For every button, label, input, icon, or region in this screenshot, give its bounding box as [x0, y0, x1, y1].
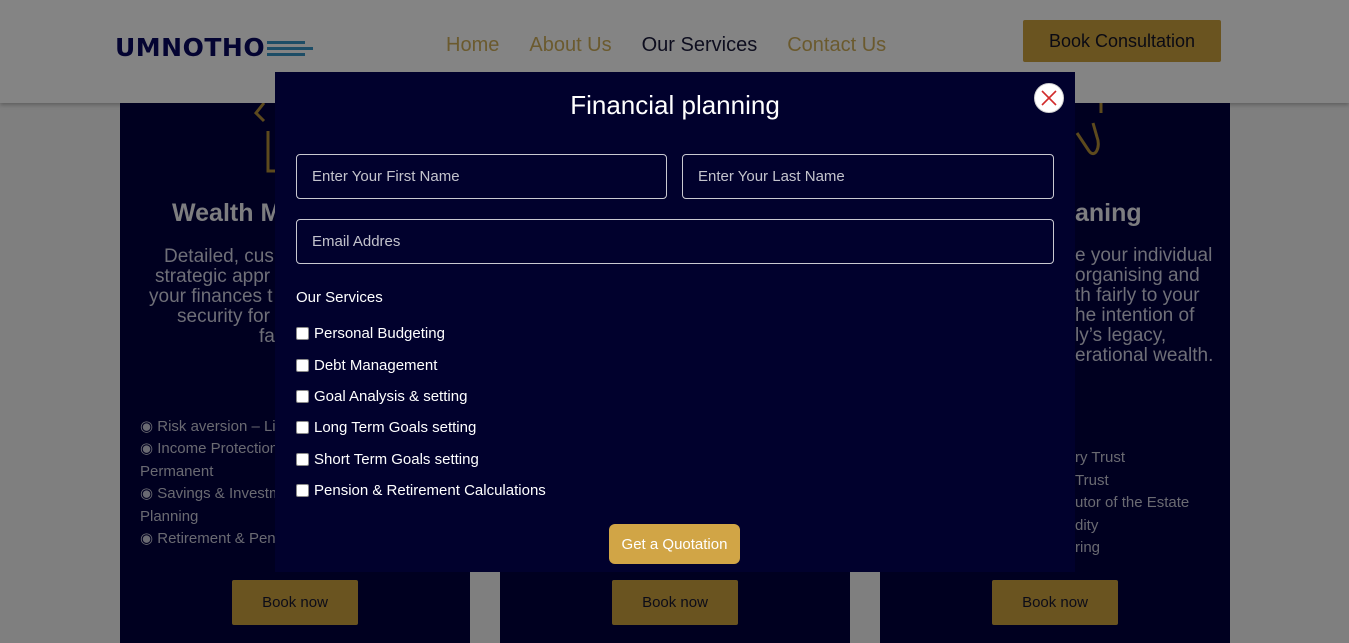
card-item: utor of the Estate	[1075, 494, 1190, 511]
card-desc-line: security for	[177, 306, 270, 327]
card-desc-line: he intention of	[1075, 305, 1195, 326]
services-checklist: Personal Budgeting Debt Management Goal …	[296, 318, 546, 506]
card-desc-line: erational wealth.	[1075, 345, 1214, 366]
book-now-button[interactable]: Book now	[992, 580, 1118, 625]
checkbox[interactable]	[296, 484, 309, 498]
card-desc-line: ly’s legacy,	[1075, 325, 1167, 346]
service-option-label: Pension & Retirement Calculations	[314, 482, 546, 500]
checkbox[interactable]	[296, 389, 309, 403]
card-desc-line: e your individual	[1075, 245, 1213, 266]
book-now-button[interactable]: Book now	[612, 580, 738, 625]
card-item: ry Trust	[1075, 449, 1126, 466]
logo[interactable]: UMNOTHO	[115, 33, 314, 62]
first-name-input[interactable]	[296, 154, 667, 199]
service-option[interactable]: Short Term Goals setting	[296, 444, 546, 475]
card-desc-line: organising and	[1075, 265, 1200, 286]
close-icon	[1041, 90, 1057, 106]
email-input[interactable]	[296, 219, 1054, 264]
service-option[interactable]: Long Term Goals setting	[296, 412, 546, 443]
card-item: Permanent	[140, 463, 214, 480]
checkbox[interactable]	[296, 358, 309, 372]
card-desc-line: strategic appr	[155, 266, 271, 287]
service-option[interactable]: Goal Analysis & setting	[296, 381, 546, 412]
services-label: Our Services	[296, 289, 383, 306]
close-button[interactable]	[1034, 83, 1064, 113]
nav-contact-us[interactable]: Contact Us	[787, 32, 886, 58]
card-desc-line: th fairly to your	[1075, 285, 1200, 306]
checkbox[interactable]	[296, 421, 309, 435]
get-quotation-button[interactable]: Get a Quotation	[609, 524, 740, 564]
book-consultation-button[interactable]: Book Consultation	[1023, 20, 1221, 62]
book-now-button[interactable]: Book now	[232, 580, 358, 625]
quotation-modal: Financial planning Our Services Personal…	[275, 72, 1075, 572]
checkbox[interactable]	[296, 452, 309, 466]
service-option-label: Long Term Goals setting	[314, 419, 477, 437]
modal-title: Financial planning	[570, 90, 780, 120]
checkbox[interactable]	[296, 327, 309, 341]
service-option[interactable]: Personal Budgeting	[296, 318, 546, 349]
card-item: ring	[1075, 539, 1101, 556]
nav-home[interactable]: Home	[446, 32, 499, 58]
card-item: ◉ Retirement & Pens	[140, 530, 284, 547]
card-item: dity	[1075, 517, 1099, 534]
service-option[interactable]: Debt Management	[296, 349, 546, 380]
nav-about-us[interactable]: About Us	[529, 32, 611, 58]
main-nav: Home About Us Our Services Contact Us	[446, 32, 886, 58]
card-item: ◉ Risk aversion – Lif	[140, 418, 280, 435]
card-desc-line: your finances t	[149, 286, 273, 307]
nav-our-services[interactable]: Our Services	[642, 32, 758, 58]
service-option-label: Goal Analysis & setting	[314, 387, 468, 405]
card-title: Wealth M	[172, 199, 282, 227]
card-icon	[1075, 103, 1103, 156]
card-item: ◉ Income Protection	[140, 440, 279, 457]
card-item: Planning	[140, 508, 199, 525]
card-item: Trust	[1075, 472, 1109, 489]
service-option-label: Short Term Goals setting	[314, 450, 479, 468]
card-title: aning	[1075, 199, 1142, 227]
service-option-label: Personal Budgeting	[314, 325, 445, 343]
service-option[interactable]: Pension & Retirement Calculations	[296, 475, 546, 506]
card-item: ◉ Savings & Investm	[140, 485, 282, 502]
logo-lines-icon	[267, 38, 314, 58]
last-name-input[interactable]	[682, 154, 1054, 199]
logo-text: UMNOTHO	[115, 33, 266, 62]
service-option-label: Debt Management	[314, 356, 438, 374]
card-desc-line: Detailed, cus	[164, 246, 274, 267]
card-desc-line: fa	[259, 326, 275, 347]
